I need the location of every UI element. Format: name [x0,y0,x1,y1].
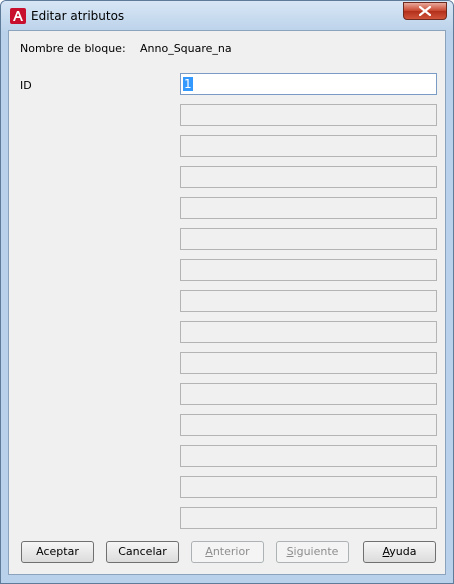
empty-attribute-field [180,414,437,436]
block-name-value: Anno_Square_na [140,42,232,55]
previous-button[interactable]: Anterior [191,541,264,563]
empty-attribute-field [180,352,437,374]
empty-attribute-field [180,476,437,498]
cancel-button[interactable]: Cancelar [106,541,179,563]
attribute-value-field-id[interactable]: 1 [180,73,437,95]
close-icon [419,6,431,16]
accept-button[interactable]: Aceptar [21,541,94,563]
accept-button-label: Aceptar [36,545,79,558]
edit-attributes-dialog: Editar atributos Nombre de bloque: Anno_… [0,0,454,584]
previous-button-label: nterior [212,545,250,558]
title-bar[interactable]: Editar atributos [1,1,453,31]
attribute-value-id: 1 [183,77,193,91]
empty-attribute-field [180,507,437,529]
dialog-body: Nombre de bloque: Anno_Square_na ID 1 Ac… [8,30,446,575]
empty-attribute-field [180,259,437,281]
empty-attribute-field [180,321,437,343]
help-button-label: yuda [389,545,417,558]
next-button-label: iguiente [293,545,339,558]
empty-attribute-field [180,290,437,312]
next-button-mnemonic: S [286,545,294,558]
empty-attribute-field [180,104,437,126]
empty-attribute-field [180,197,437,219]
empty-attribute-field [180,166,437,188]
empty-attribute-field [180,135,437,157]
empty-attribute-field [180,445,437,467]
block-name-label: Nombre de bloque: [20,42,126,55]
close-button[interactable] [403,2,447,20]
attribute-tag-id: ID [20,79,32,92]
cancel-button-label: Cancelar [118,545,167,558]
next-button[interactable]: Siguiente [276,541,349,563]
help-button[interactable]: Ayuda [363,541,436,563]
empty-attribute-field [180,228,437,250]
empty-attribute-field [180,383,437,405]
window-title: Editar atributos [31,9,125,23]
previous-button-mnemonic: A [205,545,213,558]
autocad-icon [10,8,26,24]
